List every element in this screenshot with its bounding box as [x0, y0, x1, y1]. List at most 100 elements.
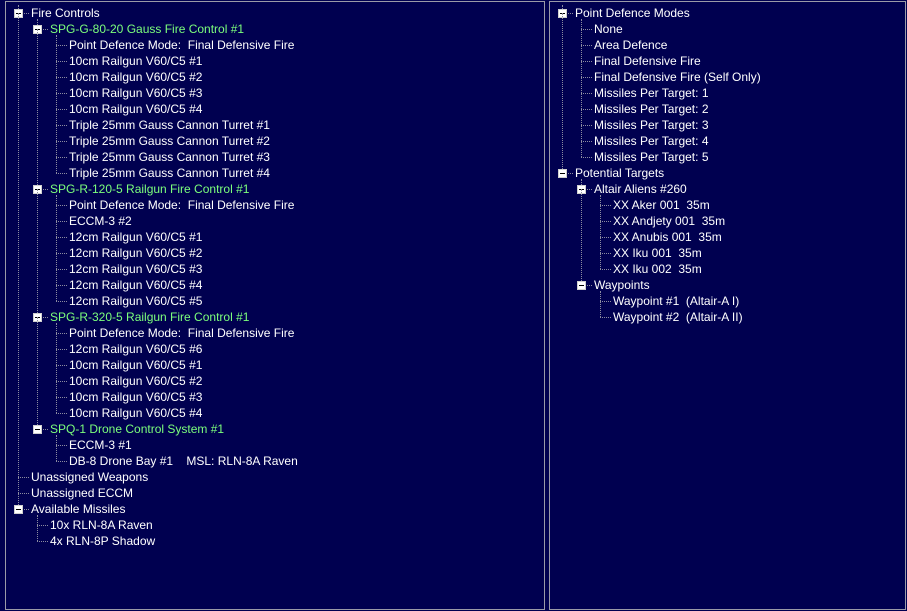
tree-connector-line — [56, 381, 67, 382]
tree-connector-line — [581, 141, 592, 142]
tree-item-pd-option[interactable]: Final Defensive Fire (Self Only) — [594, 69, 761, 85]
tree-connector-line — [56, 205, 67, 206]
tree-item-fire-controls[interactable]: Fire Controls — [31, 5, 100, 21]
tree-connector-line — [600, 195, 601, 205]
tree-connector-line — [581, 45, 582, 61]
tree-item-weapon[interactable]: 10cm Railgun V60/C5 #4 — [69, 405, 202, 421]
tree-connector-line — [18, 477, 19, 493]
collapse-toggle-icon[interactable] — [558, 169, 567, 178]
tree-item-pd-modes[interactable]: Point Defence Modes — [575, 5, 690, 21]
tree-connector-line — [56, 269, 67, 270]
tree-item-alien-group[interactable]: Altair Aliens #260 — [594, 181, 687, 197]
tree-item-weapon[interactable]: 10cm Railgun V60/C5 #2 — [69, 69, 202, 85]
tree-item-pd-mode[interactable]: Point Defence Mode: Final Defensive Fire — [69, 37, 294, 53]
tree-item-target[interactable]: XX Aker 001 35m — [613, 197, 710, 213]
fire-control-tree-panel[interactable]: Fire Controls SPG-G-80-20 Gauss Fire Cont… — [5, 1, 545, 610]
tree-item-pd-mode[interactable]: Point Defence Mode: Final Defensive Fire — [69, 325, 294, 341]
tree-item-target[interactable]: XX Andjety 001 35m — [613, 213, 725, 229]
tree-connector-line — [600, 237, 601, 253]
collapse-toggle-icon[interactable] — [577, 281, 586, 290]
tree-item-target[interactable]: XX Iku 001 35m — [613, 245, 702, 261]
tree-connector-line — [56, 349, 67, 350]
tree-item-pd-option[interactable]: None — [594, 21, 623, 37]
tree-item-weapon[interactable]: 12cm Railgun V60/C5 #6 — [69, 341, 202, 357]
tree-item-fire-control[interactable]: SPQ-1 Drone Control System #1 — [50, 421, 224, 437]
tree-item-target[interactable]: XX Iku 002 35m — [613, 261, 702, 277]
tree-item-eccm[interactable]: ECCM-3 #2 — [69, 213, 132, 229]
tree-connector-line — [56, 173, 67, 174]
tree-connector-line — [56, 333, 67, 334]
tree-connector-line — [600, 221, 611, 222]
tree-connector-line — [56, 397, 57, 413]
tree-item-weapon[interactable]: 12cm Railgun V60/C5 #4 — [69, 277, 202, 293]
tree-connector-line — [56, 221, 67, 222]
tree-item-weapon[interactable]: Triple 25mm Gauss Cannon Turret #3 — [69, 149, 270, 165]
tree-item-pd-option[interactable]: Missiles Per Target: 3 — [594, 117, 709, 133]
collapse-toggle-icon[interactable] — [33, 425, 42, 434]
tree-connector-line — [56, 125, 57, 141]
tree-connector-line — [600, 253, 601, 269]
tree-item-weapon[interactable]: 12cm Railgun V60/C5 #3 — [69, 261, 202, 277]
tree-connector-line — [56, 365, 67, 366]
tree-connector-line — [56, 435, 57, 445]
tree-connector-line — [600, 291, 601, 301]
tree-connector-line — [581, 19, 582, 29]
tree-item-fire-control[interactable]: SPG-R-320-5 Railgun Fire Control #1 — [50, 309, 249, 325]
tree-connector-line — [56, 269, 57, 285]
tree-item-waypoint[interactable]: Waypoint #1 (Altair-A I) — [613, 293, 739, 309]
tree-item-weapon[interactable]: 10cm Railgun V60/C5 #4 — [69, 101, 202, 117]
tree-connector-line — [18, 493, 29, 494]
targets-tree-panel[interactable]: Point Defence Modes None Area Defence Final… — [549, 1, 906, 610]
tree-item-pd-option[interactable]: Missiles Per Target: 4 — [594, 133, 709, 149]
collapse-toggle-icon[interactable] — [14, 505, 23, 514]
tree-connector-line — [56, 253, 57, 269]
tree-item-pd-option[interactable]: Final Defensive Fire — [594, 53, 701, 69]
tree-item-weapon[interactable]: 10cm Railgun V60/C5 #1 — [69, 53, 202, 69]
tree-item-waypoint[interactable]: Waypoint #2 (Altair-A II) — [613, 309, 743, 325]
tree-connector-line — [56, 93, 57, 109]
tree-connector-line — [56, 237, 57, 253]
tree-item-pd-option[interactable]: Area Defence — [594, 37, 667, 53]
tree-item-weapon[interactable]: 10cm Railgun V60/C5 #3 — [69, 389, 202, 405]
tree-connector-line — [37, 525, 48, 526]
tree-item-target[interactable]: XX Anubis 001 35m — [613, 229, 722, 245]
tree-connector-line — [56, 35, 57, 45]
tree-item-weapon[interactable]: Triple 25mm Gauss Cannon Turret #4 — [69, 165, 270, 181]
tree-connector-line — [581, 45, 592, 46]
tree-connector-line — [581, 77, 592, 78]
tree-item-fire-control[interactable]: SPG-R-120-5 Railgun Fire Control #1 — [50, 181, 249, 197]
tree-connector-line — [56, 461, 67, 462]
tree-item-waypoints[interactable]: Waypoints — [594, 277, 650, 293]
tree-connector-line — [37, 515, 38, 525]
tree-item-weapon[interactable]: Triple 25mm Gauss Cannon Turret #1 — [69, 117, 270, 133]
tree-connector-line — [56, 77, 57, 93]
tree-item-weapon[interactable]: 10cm Railgun V60/C5 #1 — [69, 357, 202, 373]
tree-item-missile[interactable]: 4x RLN-8P Shadow — [50, 533, 155, 549]
tree-item-drone-bay[interactable]: DB-8 Drone Bay #1 MSL: RLN-8A Raven — [69, 453, 298, 469]
tree-connector-line — [56, 195, 57, 205]
tree-item-pd-option[interactable]: Missiles Per Target: 5 — [594, 149, 709, 165]
tree-item-pd-option[interactable]: Missiles Per Target: 2 — [594, 101, 709, 117]
tree-connector-line — [56, 221, 57, 237]
tree-item-pd-mode[interactable]: Point Defence Mode: Final Defensive Fire — [69, 197, 294, 213]
tree-item-weapon[interactable]: 12cm Railgun V60/C5 #2 — [69, 245, 202, 261]
tree-item-weapon[interactable]: 12cm Railgun V60/C5 #5 — [69, 293, 202, 309]
tree-connector-line — [56, 397, 67, 398]
tree-item-pd-option[interactable]: Missiles Per Target: 1 — [594, 85, 709, 101]
tree-item-fire-control[interactable]: SPG-G-80-20 Gauss Fire Control #1 — [50, 21, 244, 37]
tree-item-weapon[interactable]: Triple 25mm Gauss Cannon Turret #2 — [69, 133, 270, 149]
tree-connector-line — [581, 109, 582, 125]
tree-connector-line — [56, 157, 57, 173]
tree-item-potential-targets[interactable]: Potential Targets — [575, 165, 664, 181]
tree-connector-line — [600, 237, 611, 238]
tree-item-unassigned-weapons[interactable]: Unassigned Weapons — [31, 469, 148, 485]
tree-item-missile[interactable]: 10x RLN-8A Raven — [50, 517, 153, 533]
tree-item-unassigned-eccm[interactable]: Unassigned ECCM — [31, 485, 133, 501]
tree-item-weapon[interactable]: 10cm Railgun V60/C5 #3 — [69, 85, 202, 101]
tree-connector-line — [37, 317, 38, 429]
tree-item-eccm[interactable]: ECCM-3 #1 — [69, 437, 132, 453]
tree-item-available-missiles[interactable]: Available Missiles — [31, 501, 125, 517]
tree-item-weapon[interactable]: 12cm Railgun V60/C5 #1 — [69, 229, 202, 245]
tree-connector-line — [56, 61, 57, 77]
tree-item-weapon[interactable]: 10cm Railgun V60/C5 #2 — [69, 373, 202, 389]
